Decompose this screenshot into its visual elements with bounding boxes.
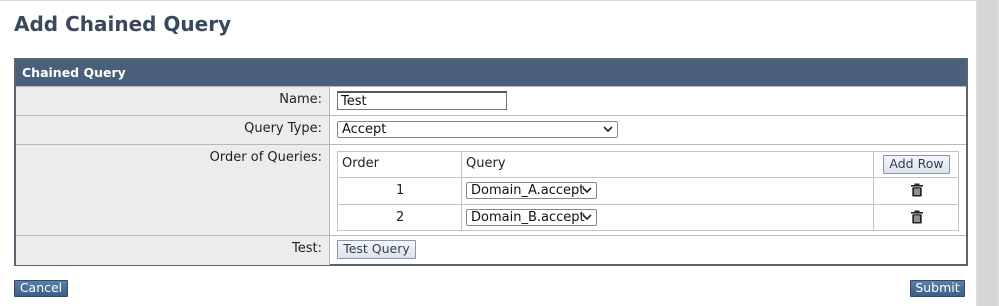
query-type-selected: Accept bbox=[342, 122, 387, 137]
test-value-cell: Test Query bbox=[330, 236, 966, 265]
query-type-label: Query Type: bbox=[16, 116, 330, 145]
vertical-scrollbar[interactable] bbox=[976, 0, 999, 306]
queries-table: Order Query Add Row 1 Domain_A.accept 2 … bbox=[337, 151, 959, 231]
page-title: Add Chained Query bbox=[14, 12, 232, 36]
trash-icon[interactable] bbox=[910, 210, 924, 224]
column-header-order: Order bbox=[342, 156, 379, 171]
name-value-cell bbox=[330, 87, 966, 116]
name-label: Name: bbox=[16, 87, 330, 116]
add-row-button[interactable]: Add Row bbox=[883, 155, 950, 174]
top-border bbox=[0, 0, 976, 1]
name-row: Name: bbox=[16, 86, 966, 116]
table-row: 2 bbox=[338, 205, 461, 231]
order-of-queries-value-cell: Order Query Add Row 1 Domain_A.accept 2 … bbox=[330, 145, 966, 236]
column-header-query: Query bbox=[466, 156, 506, 171]
submit-button[interactable]: Submit bbox=[910, 280, 965, 297]
name-input[interactable] bbox=[337, 91, 507, 110]
test-query-button[interactable]: Test Query bbox=[337, 240, 416, 259]
query-select[interactable]: Domain_A.accept bbox=[466, 182, 597, 199]
query-type-value-cell: Accept bbox=[330, 116, 966, 145]
trash-icon[interactable] bbox=[910, 183, 924, 197]
cancel-button[interactable]: Cancel bbox=[14, 280, 68, 297]
query-selected: Domain_A.accept bbox=[471, 183, 585, 198]
order-of-queries-row: Order of Queries: Order Query Add Row 1 … bbox=[16, 144, 966, 236]
order-number: 2 bbox=[396, 210, 405, 225]
panel-header: Chained Query bbox=[16, 60, 966, 86]
chevron-down-icon bbox=[582, 187, 592, 194]
query-select[interactable]: Domain_B.accept bbox=[466, 209, 597, 226]
table-row: 1 bbox=[338, 178, 461, 204]
order-of-queries-label: Order of Queries: bbox=[16, 145, 330, 236]
chevron-down-icon bbox=[582, 214, 592, 221]
query-type-row: Query Type: Accept bbox=[16, 115, 966, 145]
scrollbar-track[interactable] bbox=[978, 0, 997, 306]
chained-query-panel: Chained Query Name: Query Type: Accept O… bbox=[14, 58, 968, 266]
chevron-down-icon bbox=[603, 126, 613, 133]
order-number: 1 bbox=[396, 183, 405, 198]
query-selected: Domain_B.accept bbox=[471, 210, 585, 225]
query-type-select[interactable]: Accept bbox=[337, 121, 618, 138]
test-label: Test: bbox=[16, 236, 330, 265]
test-row: Test: Test Query bbox=[16, 235, 966, 265]
